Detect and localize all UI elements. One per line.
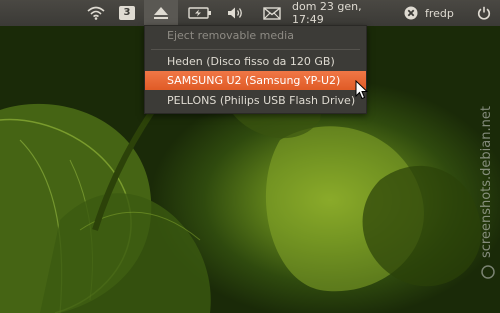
battery-indicator[interactable] bbox=[186, 0, 214, 26]
wifi-icon bbox=[87, 6, 105, 20]
menu-item-samsung-u2[interactable]: SAMSUNG U2 (Samsung YP-U2) bbox=[145, 71, 366, 90]
wifi-indicator[interactable] bbox=[84, 0, 108, 26]
workspace-switcher[interactable]: 3 bbox=[114, 0, 140, 26]
user-status-icon bbox=[404, 6, 418, 20]
clock[interactable]: dom 23 gen, 17:49 bbox=[292, 0, 396, 26]
eject-icon bbox=[154, 7, 168, 19]
menu-separator bbox=[151, 49, 360, 50]
menu-item-pellons[interactable]: PELLONS (Philips USB Flash Drive) bbox=[145, 91, 366, 110]
workspace-number: 3 bbox=[119, 6, 135, 20]
eject-menu: Eject removable media Heden (Disco fisso… bbox=[144, 25, 367, 114]
watermark-text: screenshots.debian.net bbox=[479, 106, 494, 258]
watermark: screenshots.debian.net bbox=[470, 30, 500, 290]
eject-menu-header: Eject removable media bbox=[167, 29, 294, 42]
debian-swirl-icon bbox=[481, 265, 495, 279]
mouse-cursor bbox=[355, 79, 369, 104]
battery-icon bbox=[188, 7, 211, 19]
menu-item-heden[interactable]: Heden (Disco fisso da 120 GB) bbox=[145, 52, 366, 71]
volume-indicator[interactable] bbox=[224, 0, 248, 26]
top-panel: 3 dom 23 gen, 17:49 fredp bbox=[0, 0, 500, 26]
volume-icon bbox=[228, 7, 242, 19]
power-menu[interactable] bbox=[472, 0, 496, 26]
user-menu[interactable]: fredp bbox=[404, 0, 464, 26]
eject-indicator[interactable] bbox=[144, 0, 178, 26]
messaging-indicator[interactable] bbox=[259, 0, 285, 26]
power-icon bbox=[477, 6, 491, 20]
username: fredp bbox=[425, 6, 454, 20]
mail-icon bbox=[263, 6, 281, 20]
arrow-cursor-icon bbox=[355, 79, 369, 100]
